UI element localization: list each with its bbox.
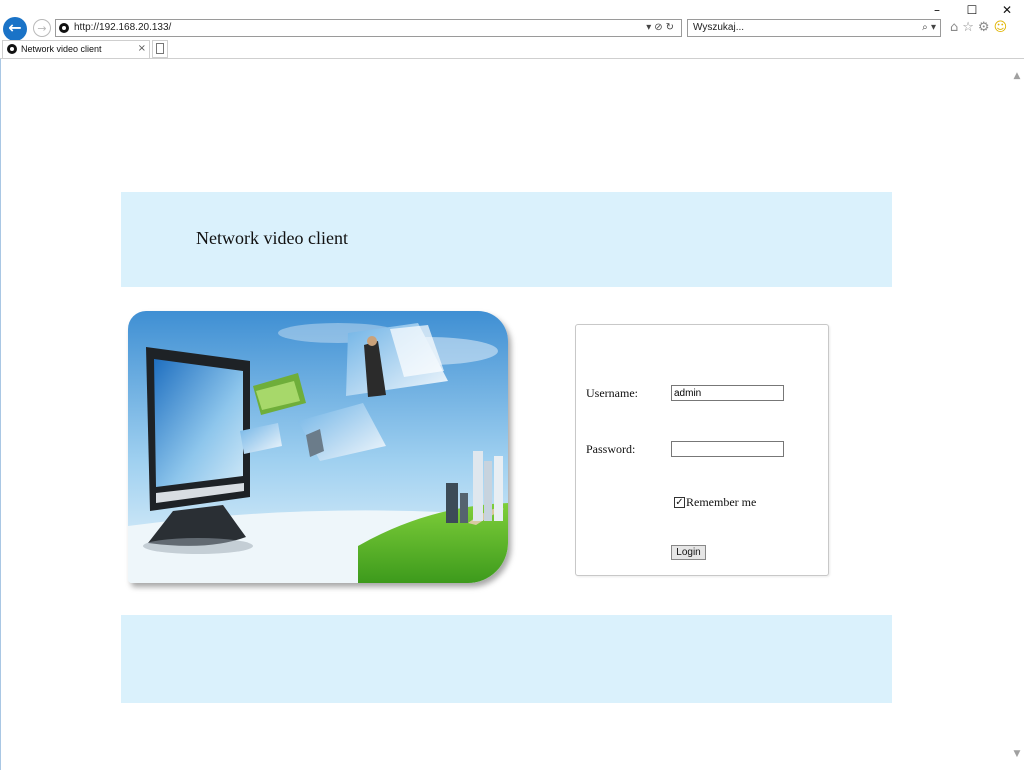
dropdown-icon[interactable]: ▾ xyxy=(646,22,654,33)
search-dropdown-icon[interactable]: ▾ xyxy=(931,22,936,33)
tab-site-icon xyxy=(7,44,17,54)
login-form: Username: Password: ✓ Remember me Login xyxy=(575,324,829,576)
feedback-smiley-icon[interactable]: ☺ xyxy=(994,20,1012,35)
favorites-star-icon[interactable]: ☆ xyxy=(962,20,978,35)
navigation-bar: ← → http://192.168.20.133/ ▾⊘↻ Wyszukaj.… xyxy=(0,16,1024,41)
scroll-up-icon[interactable]: ▲ xyxy=(1012,71,1022,81)
home-icon[interactable]: ⌂ xyxy=(950,20,962,35)
hero-illustration-graphic xyxy=(128,311,508,583)
search-icon[interactable]: ⌕ xyxy=(922,22,928,33)
new-tab-button[interactable] xyxy=(152,40,168,58)
refresh-icon[interactable]: ↻ xyxy=(666,22,677,33)
back-arrow-icon: ← xyxy=(8,18,22,37)
tab-close-icon[interactable]: × xyxy=(138,42,146,56)
search-input[interactable]: Wyszukaj... xyxy=(693,21,744,35)
viewport-edge xyxy=(0,59,1,770)
forward-button[interactable]: → xyxy=(33,19,51,37)
page-footer-band xyxy=(121,615,892,703)
password-field[interactable] xyxy=(671,441,784,457)
remember-me-label[interactable]: Remember me xyxy=(686,495,756,510)
password-label: Password: xyxy=(586,442,636,456)
address-url[interactable]: http://192.168.20.133/ xyxy=(74,21,171,35)
back-button[interactable]: ← xyxy=(3,17,27,41)
username-field[interactable] xyxy=(671,385,784,401)
gear-icon[interactable]: ⚙ xyxy=(978,20,994,35)
new-tab-icon xyxy=(156,43,164,54)
toolbar-icons: ⌂☆⚙☺ xyxy=(950,19,1011,37)
forward-arrow-icon: → xyxy=(37,22,47,35)
address-bar[interactable]: http://192.168.20.133/ ▾⊘↻ xyxy=(55,19,682,37)
tab-title: Network video client xyxy=(21,44,102,54)
scroll-down-icon[interactable]: ▼ xyxy=(1012,749,1022,759)
stop-icon[interactable]: ⊘ xyxy=(654,22,665,33)
remember-me-checkbox[interactable]: ✓ xyxy=(674,497,685,508)
site-icon xyxy=(59,23,69,33)
tab-network-video-client[interactable]: Network video client × xyxy=(2,40,150,58)
username-label: Username: xyxy=(586,386,638,400)
login-button[interactable]: Login xyxy=(671,545,706,560)
page-title: Network video client xyxy=(196,228,348,248)
vertical-scrollbar[interactable]: ▲ ▼ xyxy=(1010,59,1024,770)
address-tools: ▾⊘↻ xyxy=(646,20,677,36)
search-tools: ⌕ ▾ xyxy=(922,20,936,36)
search-box[interactable]: Wyszukaj... ⌕ ▾ xyxy=(687,19,941,37)
hero-illustration xyxy=(128,311,508,583)
tab-bar: Network video client × xyxy=(0,40,1024,59)
page-header-band: Network video client xyxy=(121,192,892,287)
